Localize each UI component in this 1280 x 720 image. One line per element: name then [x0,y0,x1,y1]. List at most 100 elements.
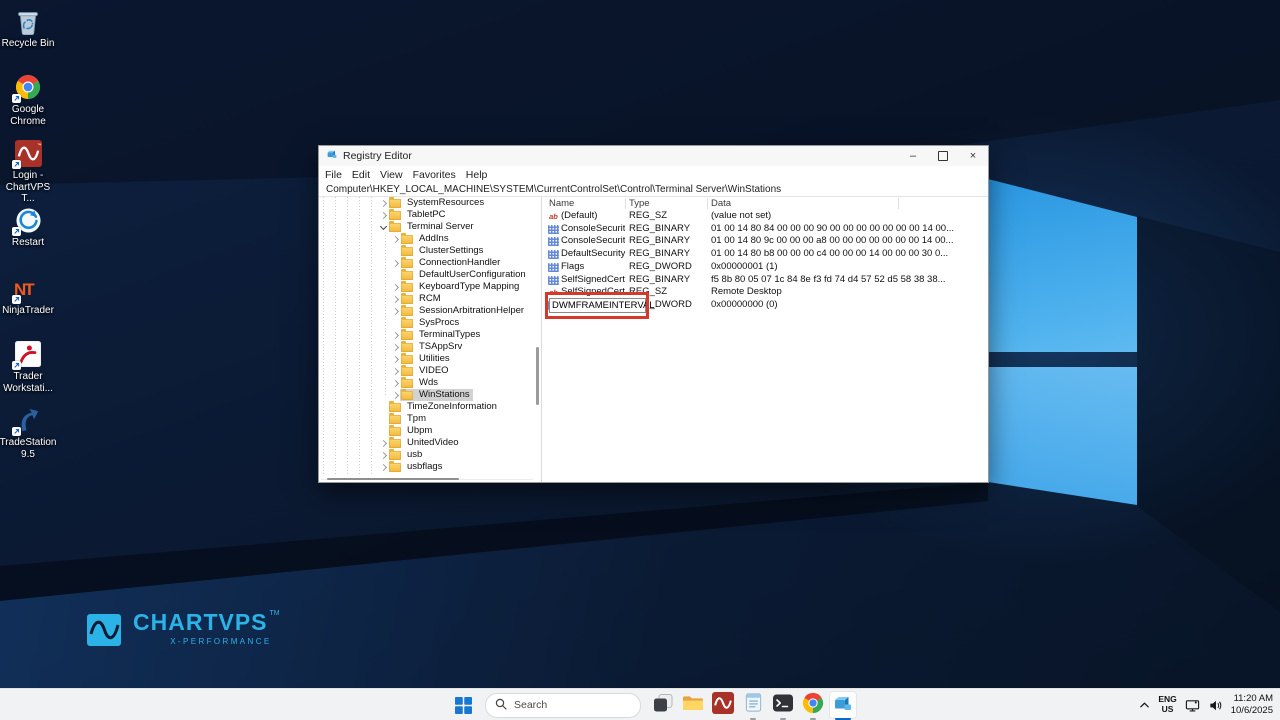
tree-item-tsappsrv[interactable]: TSAppSrv [319,341,542,353]
recycle-bin-icon [13,6,43,36]
value-row-selfsignedcertifi[interactable]: SelfSignedCertifi...REG_BINARYf5 8b 80 0… [542,274,988,287]
tree-item-terminaltypes[interactable]: TerminalTypes [319,329,542,341]
taskbar-notepad[interactable] [739,691,767,719]
menu-item-edit[interactable]: Edit [352,169,370,181]
taskbar-file-explorer[interactable] [679,691,707,719]
tree-item-core: Tpm [388,413,429,425]
network-icon[interactable] [1181,692,1204,718]
chevron-right-icon[interactable] [391,367,400,376]
value-type: REG_BINARY [629,223,690,236]
chevron-right-icon[interactable] [391,343,400,352]
volume-icon[interactable] [1204,692,1227,718]
chevron-right-icon[interactable] [391,307,400,316]
value-row-consolesecurity[interactable]: ConsoleSecurity...REG_BINARY01 00 14 80 … [542,235,988,248]
registry-editor-icon [832,692,854,719]
value-type: REG_BINARY [629,274,690,287]
chevron-right-icon[interactable] [379,451,388,460]
taskbar-registry-editor[interactable] [829,691,857,719]
tree-item-sessionarbitrationhelper[interactable]: SessionArbitrationHelper [319,305,542,317]
chevron-right-icon[interactable] [391,355,400,364]
tree-item-systemresources[interactable]: SystemResources [319,197,542,209]
title-bar[interactable]: Registry Editor – × [319,146,988,166]
tree-item-defaultuserconfiguration[interactable]: DefaultUserConfiguration [319,269,542,281]
tree-item-usb[interactable]: usb [319,449,542,461]
search-box[interactable]: Search [485,693,641,718]
minimize-button[interactable]: – [898,146,928,166]
value-row-defaultsecurity[interactable]: DefaultSecurityREG_BINARY01 00 14 80 b8 … [542,248,988,261]
desktop-icon-recycle-bin[interactable]: Recycle Bin [0,6,56,50]
tree-item-utilities[interactable]: Utilities [319,353,542,365]
column-header-name[interactable]: Name [549,198,574,209]
value-row-flags[interactable]: FlagsREG_DWORD0x00000001 (1) [542,261,988,274]
chevron-right-icon[interactable] [391,259,400,268]
tree-item-video[interactable]: VIDEO [319,365,542,377]
menu-item-file[interactable]: File [325,169,342,181]
taskbar-task-view[interactable] [649,691,677,719]
chevron-right-icon[interactable] [391,391,400,400]
tree-item-addins[interactable]: AddIns [319,233,542,245]
tree-item-tabletpc[interactable]: TabletPC [319,209,542,221]
tree-item-keyboardtype-mapping[interactable]: KeyboardType Mapping [319,281,542,293]
hidden-icons-chevron[interactable] [1135,692,1154,718]
tree-item-wds[interactable]: Wds [319,377,542,389]
tree-item-clustersettings[interactable]: ClusterSettings [319,245,542,257]
chevron-down-icon[interactable] [379,223,388,232]
chevron-right-icon[interactable] [391,283,400,292]
taskbar-chartvps[interactable] [709,691,737,719]
chrome-icon [802,692,824,719]
tree-item-terminal-server[interactable]: Terminal Server [319,221,542,233]
chevron-right-icon[interactable] [391,295,400,304]
value-row-default[interactable]: ab(Default)REG_SZ(value not set) [542,210,988,223]
taskbar-chrome[interactable] [799,691,827,719]
maximize-button[interactable] [928,146,958,166]
tree-item-usbflags[interactable]: usbflags [319,461,542,473]
reg-binary-icon [548,276,559,285]
tree-item-connectionhandler[interactable]: ConnectionHandler [319,257,542,269]
clock[interactable]: 11:20 AM 10/6/2025 [1227,692,1277,718]
chevron-right-icon[interactable] [379,211,388,220]
menu-item-favorites[interactable]: Favorites [413,169,456,181]
tree-item-sysprocs[interactable]: SysProcs [319,317,542,329]
desktop-icon-tradestation[interactable]: TradeStation 9.5 [0,405,56,460]
value-row-selfsignedcertst[interactable]: abSelfSignedCertSt...REG_SZRemote Deskto… [542,286,988,299]
registry-tree-pane: SystemResourcesTabletPCTerminal ServerAd… [319,197,542,482]
desktop-icon-restart[interactable]: Restart [0,205,56,249]
reg-binary-icon [548,237,559,246]
column-header-data[interactable]: Data [711,198,731,209]
chevron-right-icon[interactable] [379,199,388,208]
value-row-consolesecurity[interactable]: ConsoleSecurityREG_BINARY01 00 14 80 84 … [542,223,988,236]
tree-item-winstations[interactable]: WinStations [319,389,542,401]
tree-item-tpm[interactable]: Tpm [319,413,542,425]
tree-item-label: Tpm [404,413,429,425]
desktop-icon-login-chartvps[interactable]: ™Login - ChartVPS T... [0,138,56,205]
tree-item-ubpm[interactable]: Ubpm [319,425,542,437]
tree-horizontal-scrollbar[interactable] [327,478,459,480]
column-header-type[interactable]: Type [629,198,650,209]
desktop-icon-google-chrome[interactable]: Google Chrome [0,72,56,127]
search-icon [495,698,507,713]
trader-workstation-icon [13,339,43,369]
start-button[interactable] [449,691,477,719]
menu-item-view[interactable]: View [380,169,403,181]
language-indicator[interactable]: ENG US [1154,692,1180,718]
value-rename-input[interactable]: DWMFRAMEINTERVAL [549,298,646,313]
close-button[interactable]: × [958,146,988,166]
chevron-right-icon[interactable] [379,439,388,448]
desktop-icon-trader-workstation[interactable]: Trader Workstati... [0,339,56,394]
chevron-none [391,271,400,280]
tree-item-core: SysProcs [400,317,462,329]
desktop-icon-label: Trader Workstati... [3,371,53,394]
chevron-right-icon[interactable] [391,331,400,340]
tree-item-unitedvideo[interactable]: UnitedVideo [319,437,542,449]
tree-vertical-scrollbar[interactable] [536,347,539,405]
chevron-right-icon[interactable] [391,379,400,388]
reg-binary-icon [548,263,559,272]
chevron-right-icon[interactable] [391,235,400,244]
tree-item-timezoneinformation[interactable]: TimeZoneInformation [319,401,542,413]
menu-item-help[interactable]: Help [466,169,488,181]
chevron-right-icon[interactable] [379,463,388,472]
desktop-icon-ninjatrader[interactable]: NTNinjaTrader [0,273,56,317]
address-bar[interactable]: Computer\HKEY_LOCAL_MACHINE\SYSTEM\Curre… [319,183,988,197]
tree-item-rcm[interactable]: RCM [319,293,542,305]
taskbar-terminal[interactable] [769,691,797,719]
